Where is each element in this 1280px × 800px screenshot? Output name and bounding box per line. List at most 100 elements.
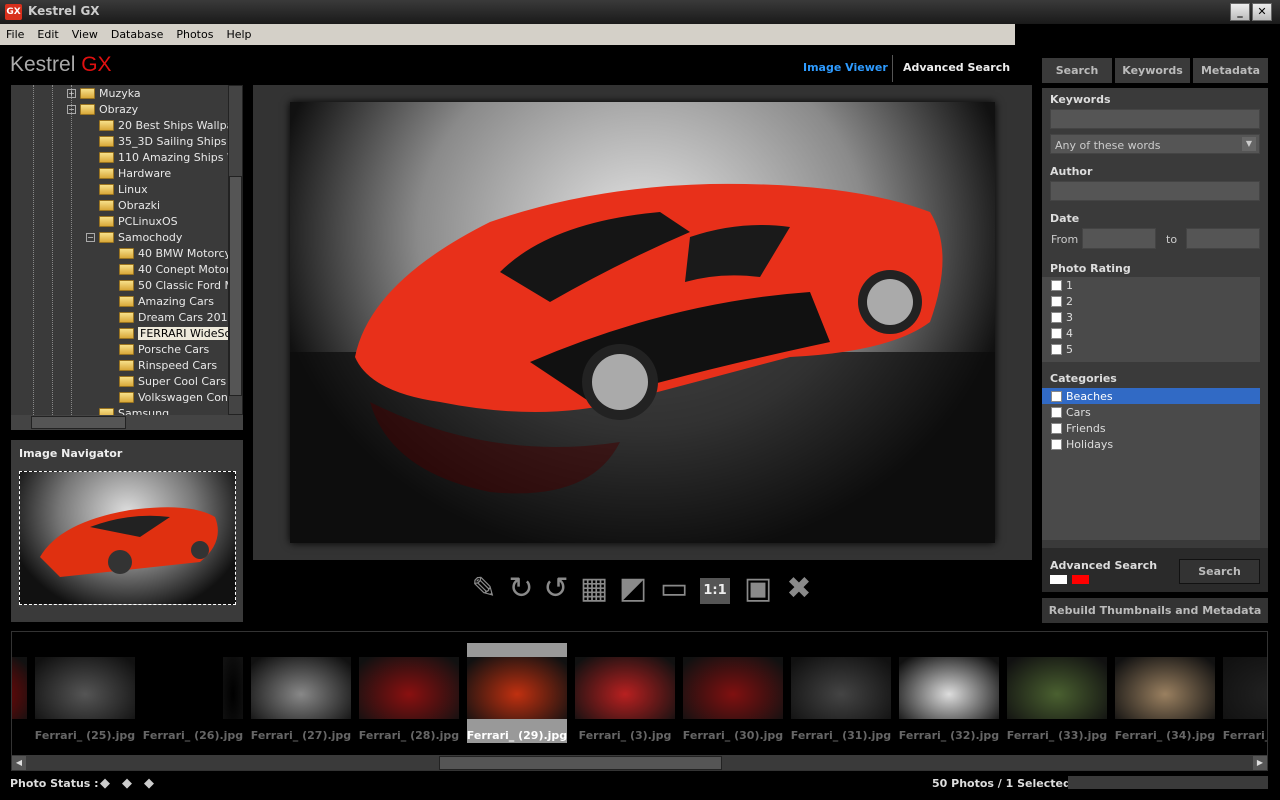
collapse-icon[interactable]: − [86, 232, 95, 242]
thumbnail-label[interactable]: Ferrari_ (25).jpg [31, 729, 139, 742]
date-to-input[interactable] [1186, 228, 1260, 249]
thumbnail-label[interactable]: Ferrari_ (32).jpg [895, 729, 1003, 742]
tree-node[interactable]: Super Cool Cars [119, 373, 226, 389]
checkbox[interactable] [1051, 422, 1062, 434]
scroll-right-icon[interactable]: ▶ [1253, 756, 1267, 770]
tag-icon[interactable]: ◆ [144, 776, 166, 791]
thumbnail-label[interactable]: Ferrari_ (31).jpg [787, 729, 895, 742]
thumbnail[interactable] [12, 657, 27, 719]
tree-node[interactable]: 20 Best Ships Wallpapers [99, 117, 243, 133]
category-cars[interactable]: Cars [1042, 404, 1260, 420]
pencil-icon[interactable]: ✎ [468, 573, 500, 605]
tree-node[interactable]: − Samochody [86, 229, 182, 245]
scroll-thumb[interactable] [31, 416, 126, 429]
tree-node[interactable]: 35_3D Sailing Ships Wallpapers [99, 133, 243, 149]
thumbnail[interactable] [35, 657, 135, 719]
tree-vertical-scrollbar[interactable] [228, 85, 243, 415]
tree-node[interactable]: 50 Classic Ford Mustangs [119, 277, 243, 293]
category-friends[interactable]: Friends [1042, 420, 1260, 436]
white-swatch[interactable] [1050, 575, 1067, 584]
thumbnail-label[interactable]: Ferrari_ (27).jpg [247, 729, 355, 742]
thumbnail[interactable] [899, 657, 999, 719]
thumbnail[interactable] [1007, 657, 1107, 719]
window-icon[interactable]: ▣ [742, 573, 774, 605]
date-from-input[interactable] [1082, 228, 1156, 249]
search-button[interactable]: Search [1179, 559, 1260, 584]
author-input[interactable] [1050, 181, 1260, 201]
thumbnail-label[interactable]: Ferrari_ (30).jpg [679, 729, 787, 742]
thumbnail[interactable] [223, 657, 243, 719]
checkbox[interactable] [1051, 327, 1062, 339]
tab-metadata[interactable]: Metadata [1193, 58, 1268, 83]
keywords-input[interactable] [1050, 109, 1260, 129]
thumbnail[interactable] [791, 657, 891, 719]
close-button[interactable]: ✕ [1252, 3, 1272, 21]
menu-photos[interactable]: Photos [176, 28, 213, 41]
tree-node[interactable]: 40 Conept Motorcycles [119, 261, 243, 277]
tree-node[interactable]: Linux [99, 181, 148, 197]
thumbnail-label[interactable]: Ferrari_ (3).jpg [571, 729, 679, 742]
filmstrip-icon[interactable]: ▦ [578, 573, 610, 605]
menu-file[interactable]: File [6, 28, 24, 41]
collapse-icon[interactable]: − [67, 104, 76, 114]
tree-node[interactable]: PCLinuxOS [99, 213, 178, 229]
tree-node[interactable]: FERRARI WideScreen [119, 325, 243, 341]
tree-horizontal-scrollbar[interactable] [11, 415, 243, 430]
rating-checkbox-2[interactable]: 2 [1042, 293, 1260, 309]
tree-node[interactable]: Dream Cars 2010 [119, 309, 235, 325]
checkbox[interactable] [1051, 295, 1062, 307]
checkbox[interactable] [1051, 343, 1062, 355]
rating-checkbox-1[interactable]: 1 [1042, 277, 1260, 293]
status-tag-icons[interactable]: ◆◆◆ [100, 776, 166, 791]
tree-node[interactable]: − Obrazy [67, 101, 138, 117]
main-photo[interactable] [290, 102, 995, 543]
thumbnail[interactable] [359, 657, 459, 719]
rating-checkbox-5[interactable]: 5 [1042, 341, 1260, 357]
monitor-icon[interactable]: ▭ [658, 573, 690, 605]
actual-size-icon[interactable]: 1:1 [700, 578, 730, 604]
scroll-thumb[interactable] [439, 756, 722, 770]
checkbox[interactable] [1051, 390, 1062, 402]
checkbox[interactable] [1051, 438, 1062, 450]
thumbnail-label[interactable]: Ferrari_ (26).jpg [139, 729, 247, 742]
thumbnail[interactable] [467, 657, 567, 719]
rebuild-button[interactable]: Rebuild Thumbnails and Metadata [1042, 598, 1268, 623]
rating-checkbox-3[interactable]: 3 [1042, 309, 1260, 325]
tab-advanced-search[interactable]: Advanced Search [903, 61, 1010, 74]
thumbnail[interactable] [683, 657, 783, 719]
thumbnail-label[interactable]: Ferrari_ (35).jpg [1219, 729, 1267, 742]
tab-image-viewer[interactable]: Image Viewer [803, 61, 888, 74]
tag-icon[interactable]: ◆ [100, 776, 122, 791]
expand-icon[interactable]: + [67, 88, 76, 98]
thumbnail[interactable] [1223, 657, 1267, 719]
rotate-right-icon[interactable]: ↻ [505, 573, 537, 605]
thumbnail[interactable] [251, 657, 351, 719]
tree-node[interactable]: Amazing Cars [119, 293, 214, 309]
scroll-left-icon[interactable]: ◀ [12, 756, 26, 770]
thumbnail[interactable] [575, 657, 675, 719]
filmstrip-scrollbar[interactable]: ◀ ▶ [12, 755, 1267, 770]
checkbox[interactable] [1051, 311, 1062, 323]
tree-node[interactable]: Obrazki [99, 197, 160, 213]
thumbnail-label[interactable]: Ferrari_ (28).jpg [355, 729, 463, 742]
category-beaches[interactable]: Beaches [1042, 388, 1260, 404]
filmstrip[interactable]: gFerrari_ (25).jpgFerrari_ (26).jpgFerra… [11, 631, 1268, 771]
scroll-thumb[interactable] [229, 176, 242, 396]
match-mode-select[interactable]: Any of these words ▼ [1050, 134, 1260, 154]
tree-node[interactable]: + Muzyka [67, 85, 141, 101]
category-holidays[interactable]: Holidays [1042, 436, 1260, 452]
tab-keywords[interactable]: Keywords [1115, 58, 1190, 83]
tree-node[interactable]: Rinspeed Cars [119, 357, 217, 373]
menu-view[interactable]: View [72, 28, 98, 41]
rotate-left-icon[interactable]: ↺ [540, 573, 572, 605]
checkbox[interactable] [1051, 279, 1062, 291]
tab-search[interactable]: Search [1042, 58, 1112, 83]
menu-edit[interactable]: Edit [37, 28, 58, 41]
tree-node[interactable]: Hardware [99, 165, 171, 181]
tree-node[interactable]: 110 Amazing Ships Wallpapers [99, 149, 243, 165]
thumbnail-label[interactable]: Ferrari_ (33).jpg [1003, 729, 1111, 742]
tree-node[interactable]: 40 BMW Motorcycles [119, 245, 243, 261]
folder-tree[interactable]: + Muzyka − Obrazy 20 Best Ships Wallpapers 35… [11, 85, 243, 430]
thumbnail[interactable] [1115, 657, 1215, 719]
thumbnail-label[interactable]: Ferrari_ (34).jpg [1111, 729, 1219, 742]
